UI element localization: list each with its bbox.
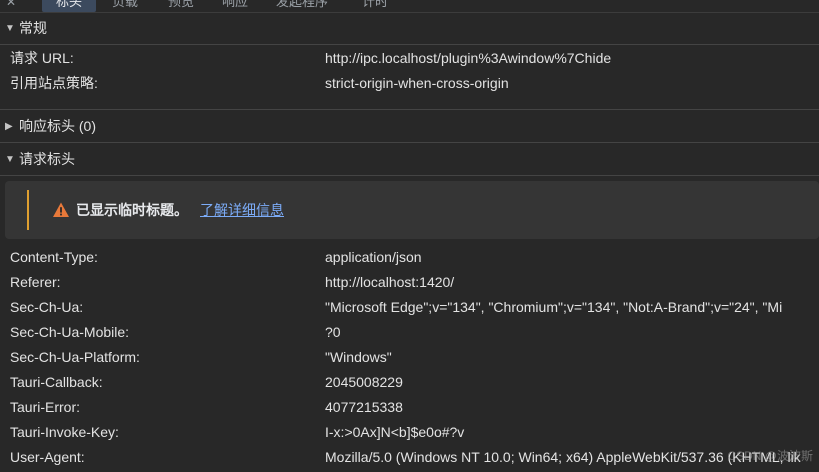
request-header-row: User-Agent: Mozilla/5.0 (Windows NT 10.0…	[0, 445, 819, 470]
header-key: Tauri-Error:	[10, 399, 81, 415]
provisional-headers-notice: 已显示临时标题。 了解详细信息	[5, 181, 819, 239]
watermark: CSDN @波波斯	[727, 449, 813, 463]
tab-response[interactable]: 响应	[222, 0, 248, 12]
header-key: User-Agent:	[10, 449, 85, 465]
header-value: 2045008229	[325, 374, 403, 390]
header-value: I-x:>0Ax]N<b]$e0o#?v	[325, 424, 465, 440]
tab-timing[interactable]: 计时	[362, 0, 388, 12]
header-key: Referer:	[10, 274, 61, 290]
general-row-referrer-policy: 引用站点策略: strict-origin-when-cross-origin	[0, 71, 819, 96]
expand-triangle-icon: ▼	[5, 22, 15, 34]
header-value: strict-origin-when-cross-origin	[325, 75, 509, 91]
close-icon[interactable]: ✕	[6, 0, 16, 12]
tab-initiator[interactable]: 发起程序	[276, 0, 328, 12]
header-key: Sec-Ch-Ua:	[10, 299, 84, 315]
request-header-row: Tauri-Error: 4077215338	[0, 395, 819, 420]
header-key: Content-Type:	[10, 249, 98, 265]
tab-preview[interactable]: 预览	[168, 0, 194, 12]
section-general-header[interactable]: ▼ 常规	[0, 12, 819, 44]
section-response-headers-title: 响应标头 (0)	[19, 118, 96, 134]
header-key: Sec-Ch-Ua-Mobile:	[10, 324, 130, 340]
expand-triangle-icon: ▼	[5, 153, 15, 165]
header-value: "Windows"	[325, 349, 392, 365]
section-request-headers-title: 请求标头	[19, 151, 75, 167]
header-key: Tauri-Callback:	[10, 374, 103, 390]
header-key: Tauri-Invoke-Key:	[10, 424, 119, 440]
tab-headers[interactable]: 标头	[42, 0, 97, 12]
header-value: "Microsoft Edge";v="134", "Chromium";v="…	[325, 299, 783, 315]
header-key: 请求 URL:	[10, 50, 74, 66]
request-header-row: Referer: http://localhost:1420/	[0, 270, 819, 295]
header-key: 引用站点策略:	[10, 75, 98, 91]
request-header-row: Sec-Ch-Ua-Mobile: ?0	[0, 320, 819, 345]
notice-message: 已显示临时标题。	[76, 202, 188, 218]
warning-accent-bar	[27, 190, 29, 230]
header-value: http://ipc.localhost/plugin%3Awindow%7Ch…	[325, 50, 612, 66]
header-value: 4077215338	[325, 399, 403, 415]
warning-icon	[53, 202, 69, 217]
section-response-headers-header[interactable]: ▶ 响应标头 (0)	[0, 110, 819, 142]
general-row-request-url: 请求 URL: http://ipc.localhost/plugin%3Awi…	[0, 46, 819, 71]
request-header-row: Sec-Ch-Ua-Platform: "Windows"	[0, 345, 819, 370]
request-header-row: Tauri-Invoke-Key: I-x:>0Ax]N<b]$e0o#?v	[0, 420, 819, 445]
header-value: http://localhost:1420/	[325, 274, 455, 290]
learn-more-link[interactable]: 了解详细信息	[200, 201, 284, 219]
divider	[0, 175, 819, 176]
request-header-row: Content-Type: application/json	[0, 245, 819, 270]
tab-payload[interactable]: 负载	[112, 0, 138, 12]
request-header-row: Tauri-Callback: 2045008229	[0, 370, 819, 395]
collapse-triangle-icon: ▶	[5, 120, 13, 132]
section-general-title: 常规	[19, 20, 47, 36]
header-key: Sec-Ch-Ua-Platform:	[10, 349, 140, 365]
divider	[0, 44, 819, 45]
request-header-row: Sec-Ch-Ua: "Microsoft Edge";v="134", "Ch…	[0, 295, 819, 320]
header-value: ?0	[325, 324, 341, 340]
section-request-headers-header[interactable]: ▼ 请求标头	[0, 143, 819, 175]
header-value: application/json	[325, 249, 422, 265]
